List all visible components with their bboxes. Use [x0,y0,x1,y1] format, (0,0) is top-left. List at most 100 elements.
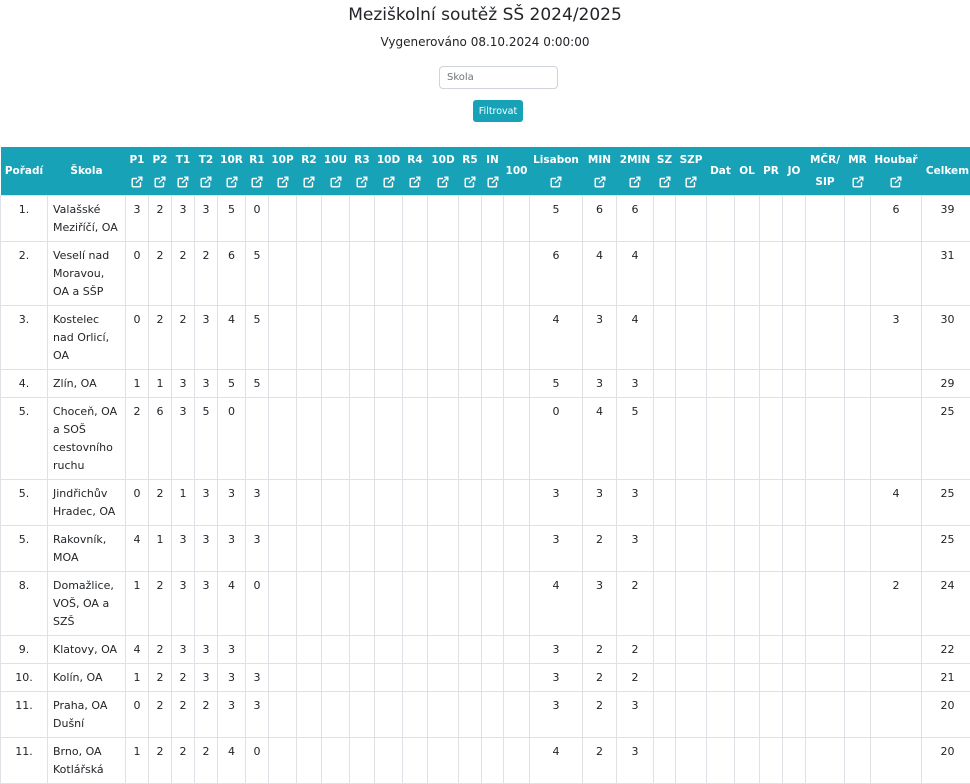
external-link-icon[interactable] [659,176,671,188]
column-link[interactable] [195,171,218,193]
score-cell-r3 [350,664,375,692]
score-cell-r2 [297,526,322,572]
external-link-icon[interactable] [852,176,864,188]
score-cell-p2: 2 [149,306,172,370]
score-cell-p2: 6 [149,398,172,480]
column-header-t2: T2 [195,147,218,196]
column-header-jo: JO [783,147,806,196]
column-link[interactable] [172,171,195,193]
score-cell-in [482,636,504,664]
table-row: 11.Brno, OA Kotlářská12224042320 [1,738,970,784]
external-link-icon[interactable] [356,176,368,188]
score-cell-10r: 3 [218,526,246,572]
column-link[interactable] [297,171,322,193]
external-link-icon[interactable] [685,176,697,188]
score-cell-r3 [350,398,375,480]
score-cell-10d [375,398,403,480]
score-cell-houbar: 4 [871,480,922,526]
score-cell-celkem: 29 [922,370,970,398]
external-link-icon[interactable] [200,176,212,188]
external-link-icon[interactable] [277,176,289,188]
external-link-icon[interactable] [629,176,641,188]
page-title: Meziškolní soutěž SŠ 2024/2025 [0,5,970,25]
column-link[interactable] [350,171,375,193]
column-link[interactable] [428,171,459,193]
score-cell-p1: 1 [126,738,149,784]
results-table: PořadíŠkolaP1P2T1T210RR110PR210UR310DR41… [0,147,970,784]
score-cell-p1: 0 [126,306,149,370]
rank-cell: 10. [1,664,48,692]
score-cell-10d [375,306,403,370]
column-link[interactable] [845,171,871,193]
column-link[interactable] [375,171,403,193]
external-link-icon[interactable] [409,176,421,188]
external-link-icon[interactable] [487,176,499,188]
table-header-row: PořadíŠkolaP1P2T1T210RR110PR210UR310DR41… [1,147,970,196]
column-label: 10D [428,149,459,171]
external-link-icon[interactable] [154,176,166,188]
score-cell-r3 [350,196,375,242]
column-link[interactable] [617,171,654,193]
external-link-icon[interactable] [303,176,315,188]
external-link-icon[interactable] [251,176,263,188]
column-link[interactable] [269,171,297,193]
external-link-icon[interactable] [464,176,476,188]
column-link[interactable] [322,171,350,193]
column-link[interactable] [126,171,149,193]
score-cell-sz [654,306,676,370]
score-cell-min: 3 [583,370,617,398]
score-cell-ol [735,572,760,636]
external-link-icon[interactable] [383,176,395,188]
score-cell-t2: 2 [195,738,218,784]
score-cell-t2: 3 [195,196,218,242]
score-cell-r2 [297,196,322,242]
column-label: T1 [172,149,195,171]
rank-cell: 1. [1,196,48,242]
external-link-icon[interactable] [131,176,143,188]
column-label: OL [739,165,755,177]
column-link[interactable] [403,171,428,193]
score-cell-r5 [459,480,482,526]
column-link[interactable] [676,171,707,193]
score-cell-10u [322,738,350,784]
column-link[interactable] [583,171,617,193]
score-cell-10p [269,306,297,370]
column-header-r2: R2 [297,147,322,196]
column-link[interactable] [246,171,269,193]
score-cell-10u [322,398,350,480]
external-link-icon[interactable] [177,176,189,188]
filter-button[interactable]: Filtrovat [473,100,523,122]
score-cell-100 [504,636,530,664]
rank-cell: 5. [1,480,48,526]
score-cell-r3 [350,242,375,306]
external-link-icon[interactable] [226,176,238,188]
rank-cell: 11. [1,692,48,738]
score-cell-lisabon: 3 [530,636,583,664]
school-cell: Choceň, OA a SOŠ cestovního ruchu [48,398,126,480]
score-cell-r4 [403,738,428,784]
school-search-input[interactable] [439,66,558,89]
score-cell-10p [269,664,297,692]
score-cell-p2: 2 [149,242,172,306]
column-link[interactable] [459,171,482,193]
score-cell-10d2 [428,692,459,738]
column-link[interactable] [218,171,246,193]
score-cell-r3 [350,526,375,572]
external-link-icon[interactable] [330,176,342,188]
external-link-icon[interactable] [890,176,902,188]
column-link[interactable] [871,171,922,193]
column-link[interactable] [530,171,583,193]
score-cell-r4 [403,692,428,738]
column-header-t1: T1 [172,147,195,196]
external-link-icon[interactable] [437,176,449,188]
score-cell-pr [760,370,783,398]
score-cell-10p [269,526,297,572]
column-header-ol: OL [735,147,760,196]
score-cell-mr [845,370,871,398]
external-link-icon[interactable] [550,176,562,188]
column-link[interactable] [482,171,504,193]
column-link[interactable] [149,171,172,193]
external-link-icon[interactable] [594,176,606,188]
column-link[interactable] [654,171,676,193]
score-cell-szp [676,526,707,572]
